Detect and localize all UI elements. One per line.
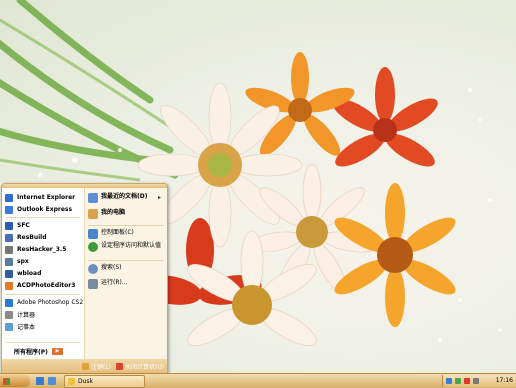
reshacker-icon <box>5 245 13 254</box>
outlook-express-icon <box>5 205 13 214</box>
recent-documents-item[interactable]: 我最近的文档(D) <box>88 193 147 203</box>
separator <box>6 294 80 295</box>
quicklaunch-desktop-icon[interactable] <box>48 377 56 385</box>
acdphotoeditor-icon <box>5 281 13 290</box>
run-icon <box>88 279 98 289</box>
logoff-icon <box>82 363 89 370</box>
power-icon <box>116 363 123 370</box>
start-menu-programs-pane: Internet Explorer Outlook Express SFC Re… <box>2 188 84 359</box>
quicklaunch-ie-icon[interactable] <box>36 377 44 385</box>
clock[interactable]: 17:16 <box>496 377 513 384</box>
search-item[interactable]: 搜索(S) <box>88 264 122 274</box>
taskbar-button-dusk[interactable]: Dusk <box>64 375 145 388</box>
separator <box>88 225 164 226</box>
calculator-icon <box>5 310 13 319</box>
search-icon <box>88 264 98 274</box>
start-menu-footer: 注销(L) 关闭计算机(U) <box>2 359 167 374</box>
program-access-label: 设定程序访问和默认值 <box>101 242 162 249</box>
program-label: ResHacker_3.5 <box>17 246 67 253</box>
program-label: spx <box>17 258 29 265</box>
program-calculator[interactable]: 计算器 <box>5 309 35 320</box>
control-panel-item[interactable]: 控制面板(C) <box>88 229 134 239</box>
program-label: 记事本 <box>17 324 36 331</box>
recent-documents-icon <box>88 193 98 203</box>
sfc-icon <box>5 221 13 230</box>
system-tray: 17:16 <box>442 375 516 387</box>
separator <box>88 260 164 261</box>
tray-shield-icon[interactable] <box>455 378 461 384</box>
internet-explorer-icon <box>5 193 13 202</box>
start-menu-places-pane: 我最近的文档(D) ▸ 我的电脑 控制面板(C) 设定程序访问和默认值 搜索(S… <box>84 188 167 359</box>
program-photoshop[interactable]: Adobe Photoshop CS2 <box>5 297 83 308</box>
program-outlook-express[interactable]: Outlook Express <box>5 204 72 215</box>
my-computer-label: 我的电脑 <box>101 209 126 216</box>
program-label: Adobe Photoshop CS2 <box>17 299 84 306</box>
program-label: ACDPhotoEditor3 <box>17 282 76 289</box>
notepad-icon <box>5 322 13 331</box>
start-menu: Internet Explorer Outlook Express SFC Re… <box>1 183 168 375</box>
separator <box>6 217 80 218</box>
tray-volume-icon[interactable] <box>473 378 479 384</box>
resbuild-icon <box>5 233 13 242</box>
program-internet-explorer[interactable]: Internet Explorer <box>5 192 75 203</box>
logoff-label: 注销(L) <box>91 364 112 371</box>
program-reshacker[interactable]: ResHacker_3.5 <box>5 244 66 255</box>
spx-icon <box>5 257 13 266</box>
program-sfc[interactable]: SFC <box>5 220 30 231</box>
program-label: ResBuild <box>17 234 47 241</box>
my-computer-item[interactable]: 我的电脑 <box>88 209 125 219</box>
program-wbload[interactable]: wbload <box>5 268 41 279</box>
control-panel-label: 控制面板(C) <box>101 229 134 236</box>
program-access-item[interactable]: 设定程序访问和默认值 <box>88 242 163 252</box>
program-label: Internet Explorer <box>17 194 76 201</box>
program-access-icon <box>88 242 98 252</box>
run-label: 运行(R)... <box>101 279 128 286</box>
program-label: SFC <box>17 222 30 229</box>
search-label: 搜索(S) <box>101 264 122 271</box>
taskbar: Dusk 17:16 <box>0 373 516 388</box>
program-spx[interactable]: spx <box>5 256 29 267</box>
program-label: wbload <box>17 270 42 277</box>
wbload-icon <box>5 269 13 278</box>
program-acdphotoeditor[interactable]: ACDPhotoEditor3 <box>5 280 75 291</box>
program-resbuild[interactable]: ResBuild <box>5 232 47 243</box>
my-computer-icon <box>88 209 98 219</box>
program-label: 计算器 <box>17 312 36 319</box>
recent-documents-label: 我最近的文档(D) <box>101 193 148 200</box>
run-item[interactable]: 运行(R)... <box>88 279 128 289</box>
control-panel-icon <box>88 229 98 239</box>
separator <box>6 342 80 343</box>
logoff-button[interactable]: 注销(L) <box>82 362 111 371</box>
tray-network-icon[interactable] <box>446 378 452 384</box>
tray-app-icon[interactable] <box>464 378 470 384</box>
start-button[interactable] <box>0 375 30 387</box>
photoshop-icon <box>5 298 13 307</box>
arrow-right-icon: ▶ <box>51 348 63 355</box>
shutdown-button[interactable]: 关闭计算机(U) <box>116 362 164 371</box>
all-programs-button[interactable]: 所有程序(P) ▶ <box>14 347 63 356</box>
taskbar-button-label: Dusk <box>78 378 94 385</box>
submenu-arrow-icon: ▸ <box>158 194 162 201</box>
all-programs-label: 所有程序(P) <box>14 349 48 356</box>
windows-logo-icon <box>3 377 10 385</box>
program-notepad[interactable]: 记事本 <box>5 321 35 332</box>
shutdown-label: 关闭计算机(U) <box>125 364 165 371</box>
folder-icon <box>68 378 75 385</box>
program-label: Outlook Express <box>17 206 73 213</box>
